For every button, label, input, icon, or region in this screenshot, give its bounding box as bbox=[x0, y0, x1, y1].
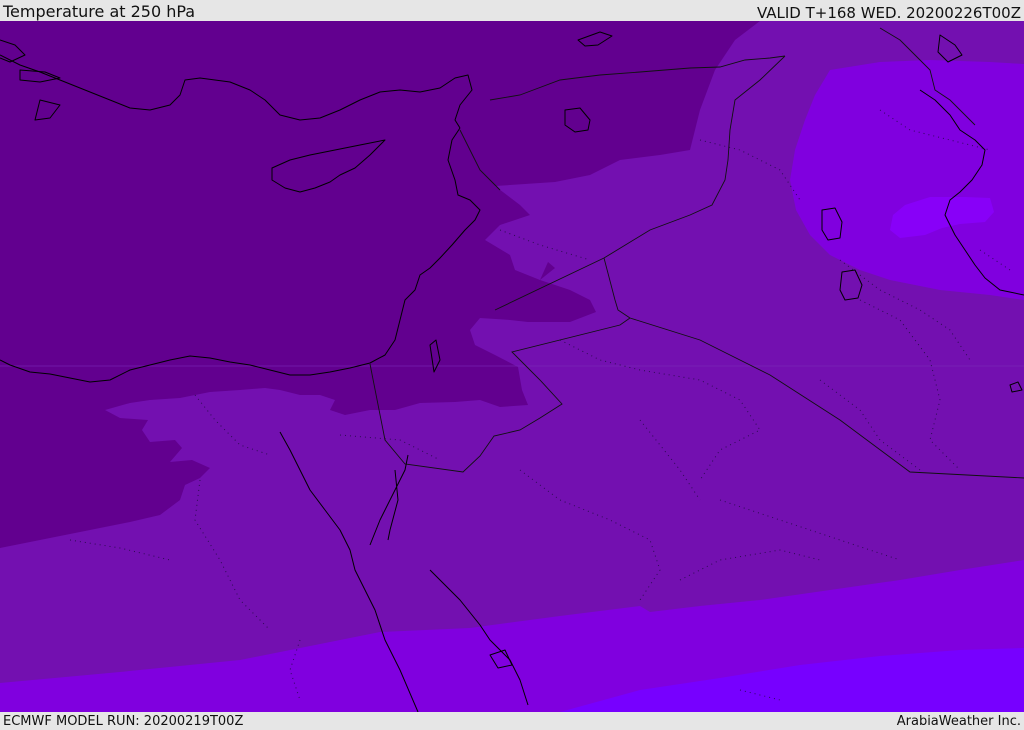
map-canvas bbox=[0, 21, 1024, 712]
map-footer: ECMWF MODEL RUN: 20200219T00Z ArabiaWeat… bbox=[0, 712, 1024, 729]
credit-label: ArabiaWeather Inc. bbox=[896, 714, 1021, 729]
map-title: Temperature at 250 hPa bbox=[3, 2, 196, 21]
map-header: Temperature at 250 hPa VALID T+168 WED. … bbox=[0, 0, 1024, 21]
weather-map[interactable] bbox=[0, 21, 1024, 712]
model-run-label: ECMWF MODEL RUN: 20200219T00Z bbox=[3, 714, 244, 729]
valid-time: VALID T+168 WED. 20200226T00Z bbox=[756, 4, 1021, 22]
